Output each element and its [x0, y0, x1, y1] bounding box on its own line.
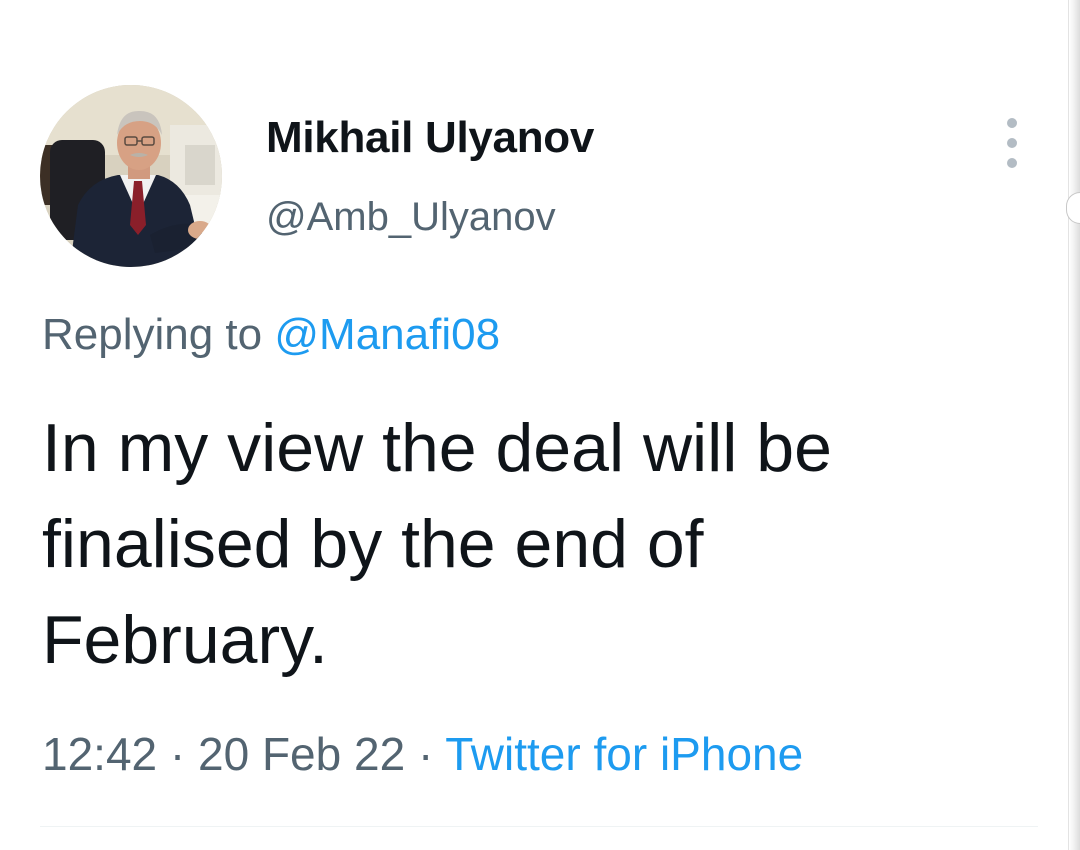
tweet-text-line: finalised by the end of [42, 506, 704, 582]
more-vertical-icon [1007, 118, 1017, 128]
replying-to-line: Replying to @Manafi08 [42, 310, 500, 360]
tweet-text-line: February. [42, 602, 328, 678]
device-edge [1068, 0, 1080, 850]
tweet-text-line: In my view the deal will be [42, 410, 832, 486]
more-vertical-icon [1007, 158, 1017, 168]
replying-to-label: Replying to [42, 310, 263, 359]
tweet-source-link[interactable]: Twitter for iPhone [445, 728, 803, 780]
more-vertical-icon [1007, 138, 1017, 148]
tweet-meta: 12:42 · 20 Feb 22 · Twitter for iPhone [42, 727, 803, 781]
reply-mention-link[interactable]: @Manafi08 [274, 310, 500, 359]
tweet-text: In my view the deal will be finalised by… [42, 400, 1032, 688]
tweet-detail-screen: Mikhail Ulyanov @Amb_Ulyanov Replying to… [0, 0, 1080, 850]
tweet-date[interactable]: 20 Feb 22 [198, 728, 405, 780]
meta-separator: · [417, 728, 434, 780]
author-avatar[interactable] [40, 85, 222, 267]
author-display-name[interactable]: Mikhail Ulyanov [266, 113, 594, 163]
profile-photo [40, 85, 222, 267]
divider [40, 826, 1038, 827]
author-handle[interactable]: @Amb_Ulyanov [266, 195, 556, 240]
more-options-button[interactable] [1002, 118, 1022, 168]
meta-separator: · [169, 728, 186, 780]
tweet-time[interactable]: 12:42 [42, 728, 157, 780]
